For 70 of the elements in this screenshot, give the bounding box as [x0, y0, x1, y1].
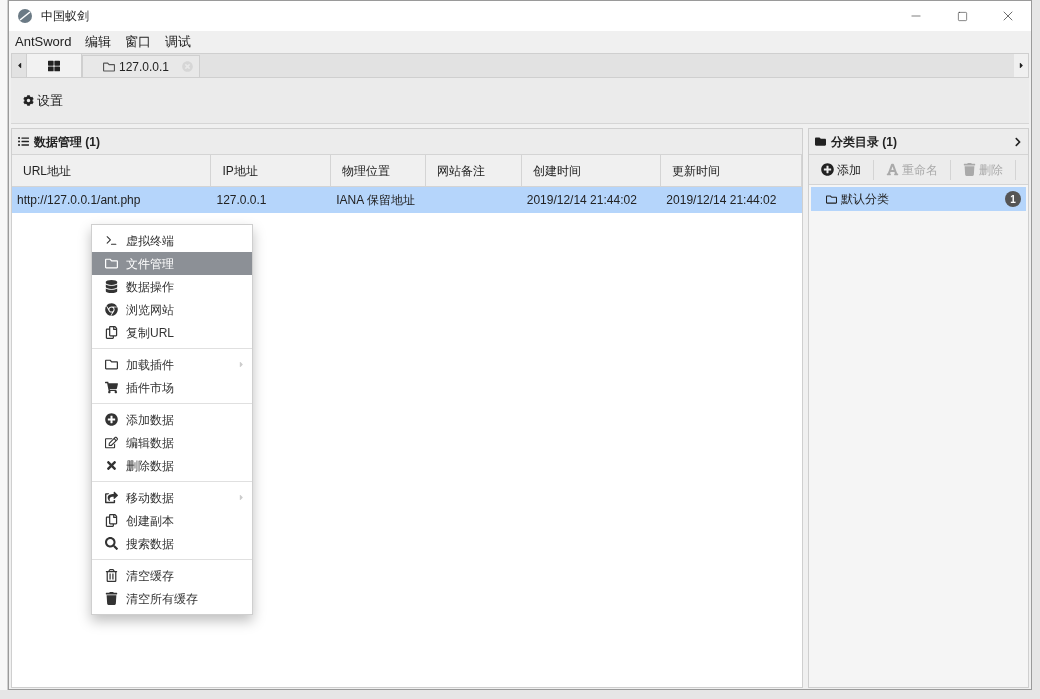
context-menu-item[interactable]: 插件市场 [92, 376, 252, 399]
context-menu-item[interactable]: 复制URL [92, 321, 252, 344]
table-cell: http://127.0.0.1/ant.php [17, 193, 141, 207]
app-logo-icon [17, 8, 33, 24]
column-header[interactable]: 物理位置 [331, 155, 426, 186]
plus-icon [821, 163, 834, 176]
table-cell: IANA 保留地址 [336, 193, 415, 207]
table-cell: 2019/12/14 21:44:02 [666, 193, 777, 207]
browser-icon [105, 303, 118, 316]
panel-title: 数据管理 (1) [34, 133, 100, 151]
trash-icon [963, 163, 976, 176]
scroll-right-button[interactable] [1014, 54, 1028, 77]
trash-icon [105, 569, 118, 582]
gear-icon [23, 95, 34, 106]
context-menu-item[interactable]: 加载插件 [92, 353, 252, 376]
menu-item[interactable]: 窗口 [124, 32, 153, 52]
menu-item[interactable]: 编辑 [84, 32, 113, 52]
context-menu-item[interactable]: 虚拟终端 [92, 229, 252, 252]
settings-button[interactable]: 设置 [23, 90, 63, 111]
context-menu-item[interactable]: 清空所有缓存 [92, 587, 252, 610]
context-menu-item[interactable]: 清空缓存 [92, 564, 252, 587]
maximize-icon [956, 10, 968, 22]
copy-icon [105, 326, 118, 339]
submenu-arrow-icon [237, 493, 246, 502]
count-badge: 1 [1005, 191, 1021, 207]
context-menu-item[interactable]: 数据操作 [92, 275, 252, 298]
edit-icon [105, 436, 118, 449]
column-header[interactable]: IP地址 [211, 155, 332, 186]
folder-icon [103, 60, 115, 73]
menu-item[interactable]: 调试 [164, 32, 193, 52]
column-header[interactable]: 创建时间 [521, 155, 662, 186]
copy-icon [105, 514, 118, 527]
context-menu-item[interactable]: 编辑数据 [92, 431, 252, 454]
folder-icon [105, 257, 118, 270]
table-cell: 2019/12/14 21:44:02 [526, 193, 637, 207]
context-menu-item[interactable]: 添加数据 [92, 408, 252, 431]
tab-label: 127.0.0.1 [119, 58, 170, 76]
toolbar-button[interactable]: 添加 [809, 159, 874, 180]
terminal-icon [105, 234, 118, 247]
menu-item[interactable]: AntSword [14, 32, 73, 52]
window-title: 中国蚁剑 [41, 8, 89, 25]
context-menu-item[interactable]: 移动数据 [92, 486, 252, 509]
context-menu-item[interactable]: 创建副本 [92, 509, 252, 532]
rename-icon [886, 163, 899, 176]
expand-icon[interactable] [1013, 136, 1023, 147]
cart-icon [105, 381, 118, 394]
folder-icon [105, 358, 118, 371]
table-row[interactable]: http://127.0.0.1/ant.php 127.0.0.1 IANA 保留地址 2019/12/14 21:44:02 2019/12/14 21:44:02 [12, 187, 802, 213]
context-menu-item[interactable]: 浏览网站 [92, 298, 252, 321]
database-icon [105, 280, 118, 293]
panel-title: 分类目录 (1) [831, 133, 897, 151]
move-icon [105, 491, 118, 504]
home-tab[interactable] [26, 53, 82, 77]
submenu-arrow-icon [237, 360, 246, 369]
grid-icon [48, 59, 60, 72]
list-icon [18, 136, 29, 147]
context-menu-item[interactable]: 搜索数据 [92, 532, 252, 555]
category-item[interactable]: 默认分类 1 [811, 187, 1026, 211]
page-tab[interactable]: 127.0.0.1 [82, 55, 200, 77]
column-header[interactable]: URL地址 [12, 155, 212, 186]
context-menu-item[interactable]: 删除数据 [92, 454, 252, 477]
plus-icon [105, 413, 118, 426]
search-icon [105, 537, 118, 550]
folder-icon [815, 136, 826, 147]
column-header[interactable]: 更新时间 [661, 155, 802, 186]
trash-icon [105, 592, 118, 605]
delete-icon [105, 459, 118, 472]
column-header[interactable]: 网站备注 [425, 155, 522, 186]
folder-icon [826, 193, 837, 205]
table-cell: 127.0.0.1 [216, 193, 267, 207]
